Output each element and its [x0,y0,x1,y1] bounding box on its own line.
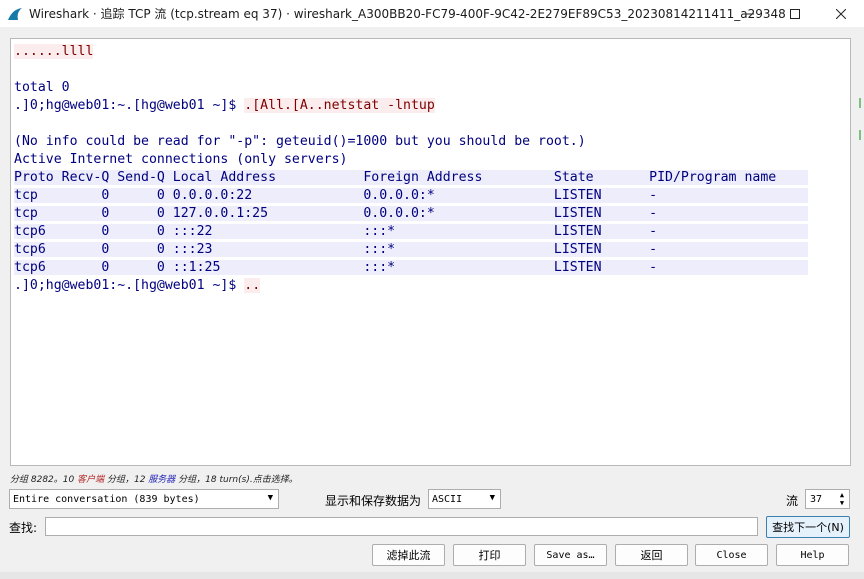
maximize-icon [790,8,800,19]
filter-out-label: 滤掉此流 [386,549,431,562]
stream-line: tcp6 0 0 ::1:25 :::* LISTEN - [11,259,850,277]
scroll-marker [859,98,861,108]
find-next-label: 查找下一个(N) [772,521,844,534]
stream-line: tcp 0 0 0.0.0.0:22 0.0.0.0:* LISTEN - [11,187,850,205]
back-button[interactable]: 返回 [615,544,688,566]
summary-part: 分组，12 [104,475,149,485]
format-select-value: ASCII [432,493,463,505]
server-text: Proto Recv-Q Send-Q Local Address Foreig… [14,170,808,185]
save-as-button[interactable]: Save as… [534,544,607,566]
close-button[interactable]: Close [695,544,768,566]
window-bottom-edge [0,572,864,579]
print-label: 打印 [478,549,501,562]
stream-number-value: 37 [810,493,823,505]
dropdown-arrow-icon: ▼ [489,493,495,503]
server-text: total 0 [14,80,70,95]
save-as-label: Save as… [546,549,595,561]
server-prompt: .]0;hg@web01:~.[hg@web01 ~]$ [14,278,245,293]
minimize-button[interactable] [726,0,772,27]
action-buttons-row: 滤掉此流 打印 Save as… 返回 Close Help [0,544,864,568]
client-text: .[All.[A..netstat -lntup [244,98,435,113]
server-text: Active Internet connections (only server… [14,152,348,167]
stream-line [11,115,850,133]
help-label: Help [800,549,825,561]
stream-lines: ......llll total 0 .]0;hg@web01:~.[hg@web… [11,39,850,295]
summary-client-word: 客户端 [77,475,105,485]
print-button[interactable]: 打印 [453,544,526,566]
conversation-select-value: Entire conversation (839 bytes) [13,493,200,505]
summary-part: 分组，18 turn(s).点击选择。 [175,475,298,485]
conversation-select[interactable]: Entire conversation (839 bytes) ▼ [9,489,279,509]
help-button[interactable]: Help [776,544,849,566]
server-text: tcp6 0 0 :::23 :::* LISTEN - [14,242,808,257]
stream-line: tcp6 0 0 :::23 :::* LISTEN - [11,241,850,259]
close-window-button[interactable] [818,0,864,27]
summary-server-word: 服务器 [148,475,176,485]
stream-line: Proto Recv-Q Send-Q Local Address Foreig… [11,169,850,187]
find-next-button[interactable]: 查找下一个(N) [766,516,850,538]
client-text: ......llll [14,44,94,59]
stream-line: .]0;hg@web01:~.[hg@web01 ~]$ .[All.[A..n… [11,97,850,115]
spin-down-icon[interactable]: ▼ [836,499,848,507]
server-text: tcp 0 0 0.0.0.0:22 0.0.0.0:* LISTEN - [14,188,808,203]
scroll-marker [859,130,861,140]
close-icon [836,8,846,19]
stream-summary: 分组 8282。10 客户端 分组，12 服务器 分组，18 turn(s).点… [10,472,298,485]
format-label: 显示和保存数据为 [325,494,422,508]
spin-buttons[interactable]: ▲ ▼ [836,491,848,507]
stream-label: 流 [786,494,799,508]
maximize-button[interactable] [772,0,818,27]
window-title: Wireshark · 追踪 TCP 流 (tcp.stream eq 37) … [29,7,786,21]
wireshark-fin-icon [7,6,23,22]
title-bar: Wireshark · 追踪 TCP 流 (tcp.stream eq 37) … [0,0,864,27]
close-label: Close [716,549,747,561]
stream-line: ......llll [11,43,850,61]
server-text: tcp6 0 0 :::22 :::* LISTEN - [14,224,808,239]
stream-line: tcp6 0 0 :::22 :::* LISTEN - [11,223,850,241]
back-label: 返回 [640,549,663,562]
stream-line: total 0 [11,79,850,97]
options-row: Entire conversation (839 bytes) ▼ 显示和保存数… [0,488,864,510]
summary-part: 分组 8282。10 [10,475,78,485]
stream-line: .]0;hg@web01:~.[hg@web01 ~]$ .. [11,277,850,295]
window-controls [726,0,864,27]
find-input[interactable] [45,517,758,536]
stream-line: tcp 0 0 127.0.0.1:25 0.0.0.0:* LISTEN - [11,205,850,223]
client-text: .. [244,278,261,293]
server-text: tcp6 0 0 ::1:25 :::* LISTEN - [14,260,808,275]
dropdown-arrow-icon: ▼ [267,493,273,503]
stream-line: Active Internet connections (only server… [11,151,850,169]
stream-content-view[interactable]: ......llll total 0 .]0;hg@web01:~.[hg@web… [10,38,851,466]
find-label: 查找: [9,521,38,535]
stream-line [11,61,850,79]
format-select[interactable]: ASCII ▼ [428,489,501,509]
spin-up-icon[interactable]: ▲ [836,491,848,499]
filter-out-stream-button[interactable]: 滤掉此流 [372,544,445,566]
server-prompt: .]0;hg@web01:~.[hg@web01 ~]$ [14,98,245,113]
stream-line: (No info could be read for "-p": geteuid… [11,133,850,151]
find-row: 查找: 查找下一个(N) [0,515,864,539]
server-text: (No info could be read for "-p": geteuid… [14,134,586,149]
background-scroll-indicator [855,38,864,466]
minimize-icon [744,13,754,14]
stream-number-spinbox[interactable]: 37 ▲ ▼ [805,489,850,509]
server-text: tcp 0 0 127.0.0.1:25 0.0.0.0:* LISTEN - [14,206,808,221]
